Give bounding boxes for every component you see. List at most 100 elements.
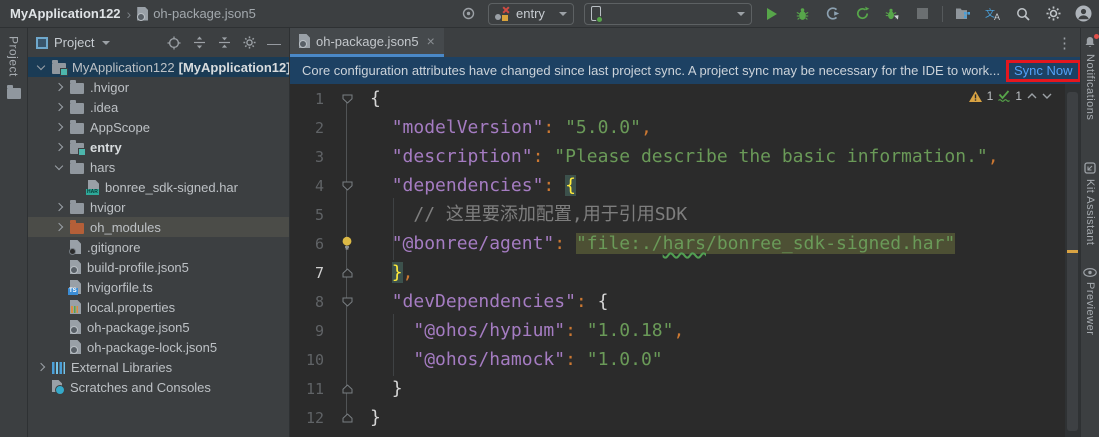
chevron-collapsed-icon[interactable] xyxy=(37,363,45,371)
code-line-5[interactable]: 5 // 这里要添加配置,用于引用SDK xyxy=(290,200,1080,229)
code-token: "5.0.0" xyxy=(565,117,641,138)
run-button[interactable] xyxy=(762,4,782,24)
next-problem-icon[interactable] xyxy=(1042,93,1052,99)
code-text: }, xyxy=(370,258,413,287)
folder-icon[interactable] xyxy=(7,88,21,99)
select-opened-file-button[interactable] xyxy=(165,34,183,52)
collapse-all-button[interactable] xyxy=(215,34,233,52)
fold-marker-icon[interactable] xyxy=(324,297,370,307)
expand-all-button[interactable] xyxy=(190,34,208,52)
tree-item-bonree-sdk-signed-har[interactable]: bonree_sdk-signed.har xyxy=(28,177,289,197)
code-line-4[interactable]: 4 "dependencies": { xyxy=(290,171,1080,200)
left-tool-stripe: Project xyxy=(0,28,28,437)
attach-debugger-button[interactable] xyxy=(882,4,902,24)
code-line-8[interactable]: 8 "devDependencies": { xyxy=(290,287,1080,316)
inspections-widget[interactable]: 1 1 xyxy=(969,89,1052,103)
close-tab-icon[interactable]: × xyxy=(427,33,435,49)
code-line-9[interactable]: 9 "@ohos/hypium": "1.0.18", xyxy=(290,316,1080,345)
translate-button[interactable]: 文A xyxy=(983,4,1003,24)
tree-item-myapplication122[interactable]: MyApplication122[MyApplication12] xyxy=(28,57,289,77)
breadcrumb-project[interactable]: MyApplication122 xyxy=(10,6,121,21)
search-everywhere-button[interactable] xyxy=(1013,4,1033,24)
chevron-collapsed-icon[interactable] xyxy=(55,103,63,111)
tree-item-gitignore[interactable]: .gitignore xyxy=(28,237,289,257)
tree-item-hvigor[interactable]: .hvigor xyxy=(28,77,289,97)
chevron-collapsed-icon[interactable] xyxy=(55,123,63,131)
profile-avatar[interactable] xyxy=(1073,4,1093,24)
editor-tabbar: oh-package.json5 × ⋮ xyxy=(290,28,1080,57)
modules-folder-icon xyxy=(70,223,84,234)
rerun-button[interactable] xyxy=(852,4,872,24)
chevron-down-icon[interactable] xyxy=(102,41,110,45)
tree-item-scratches-and-consoles[interactable]: Scratches and Consoles xyxy=(28,377,289,397)
chevron-collapsed-icon[interactable] xyxy=(55,223,63,231)
json5-file-icon xyxy=(70,340,81,354)
code-token: "@bonree/agent" xyxy=(392,233,555,254)
debug-button[interactable] xyxy=(792,4,812,24)
code-line-6[interactable]: 6 "@bonree/agent": "file:./hars/bonree_s… xyxy=(290,229,1080,258)
profiler-button[interactable] xyxy=(822,4,842,24)
fold-marker-icon[interactable] xyxy=(324,268,370,278)
tree-item-label: hvigor xyxy=(90,200,125,215)
warning-stripe-mark[interactable] xyxy=(1067,250,1078,253)
tool-stripe-kit-assistant-tab[interactable]: Kit Assistant xyxy=(1084,162,1096,245)
chevron-expanded-icon[interactable] xyxy=(37,61,45,69)
tool-stripe-previewer-tab[interactable]: Previewer xyxy=(1083,268,1097,335)
intention-bulb-icon[interactable] xyxy=(324,236,370,251)
tree-item-local-properties[interactable]: local.properties xyxy=(28,297,289,317)
chevron-collapsed-icon[interactable] xyxy=(55,143,63,151)
chevron-expanded-icon[interactable] xyxy=(55,161,63,169)
code-token: } xyxy=(392,378,403,399)
fold-marker-icon[interactable] xyxy=(324,181,370,191)
fold-marker-icon[interactable] xyxy=(324,384,370,394)
tree-item-external-libraries[interactable]: External Libraries xyxy=(28,357,289,377)
chevron-collapsed-icon[interactable] xyxy=(55,83,63,91)
tree-item-hvigor[interactable]: hvigor xyxy=(28,197,289,217)
code-line-12[interactable]: 12} xyxy=(290,403,1080,432)
tool-stripe-project-tab[interactable]: Project xyxy=(7,36,21,77)
code-line-3[interactable]: 3 "description": "Please describe the ba… xyxy=(290,142,1080,171)
editor-tab-oh-package[interactable]: oh-package.json5 × xyxy=(290,28,444,57)
tree-item-hvigorfile-ts[interactable]: hvigorfile.ts xyxy=(28,277,289,297)
fold-marker-icon[interactable] xyxy=(324,94,370,104)
tab-options-kebab-icon[interactable]: ⋮ xyxy=(1049,34,1080,52)
settings-button[interactable] xyxy=(1043,4,1063,24)
panel-settings-button[interactable] xyxy=(240,34,258,52)
device-file-browser-button[interactable] xyxy=(953,4,973,24)
breadcrumb-file[interactable]: oh-package.json5 xyxy=(153,6,256,21)
tree-item-label: oh-package.json5 xyxy=(87,320,190,335)
line-number: 2 xyxy=(290,119,324,137)
tree-item-entry[interactable]: entry xyxy=(28,137,289,157)
tree-item-build-profile-json5[interactable]: build-profile.json5 xyxy=(28,257,289,277)
tree-item-oh-modules[interactable]: oh_modules xyxy=(28,217,289,237)
code-line-11[interactable]: 11 } xyxy=(290,374,1080,403)
locate-target-icon[interactable] xyxy=(458,4,478,24)
chevron-collapsed-icon[interactable] xyxy=(55,203,63,211)
sync-now-link[interactable]: Sync Now xyxy=(1014,63,1073,78)
fold-marker-icon[interactable] xyxy=(324,413,370,423)
previous-problem-icon[interactable] xyxy=(1027,93,1037,99)
scrollbar-thumb[interactable] xyxy=(1067,92,1078,431)
tool-stripe-notifications-tab[interactable]: Notifications xyxy=(1084,36,1096,120)
run-config-selector[interactable]: entry xyxy=(488,3,574,25)
code-editor[interactable]: 1{2 "modelVersion": "5.0.0",3 "descripti… xyxy=(290,84,1080,437)
gitignore-file-icon xyxy=(70,240,81,254)
code-text: } xyxy=(370,403,381,432)
tree-item-oh-package-json5[interactable]: oh-package.json5 xyxy=(28,317,289,337)
fold-guide-line xyxy=(346,100,347,420)
hide-panel-button[interactable]: — xyxy=(265,34,283,52)
tree-item-label: MyApplication122 xyxy=(72,60,175,75)
tree-item-oh-package-lock-json5[interactable]: oh-package-lock.json5 xyxy=(28,337,289,357)
device-selector[interactable] xyxy=(584,3,752,25)
stop-button[interactable] xyxy=(912,4,932,24)
code-line-2[interactable]: 2 "modelVersion": "5.0.0", xyxy=(290,113,1080,142)
project-panel-title[interactable]: Project xyxy=(54,35,94,50)
code-line-10[interactable]: 10 "@ohos/hamock": "1.0.0" xyxy=(290,345,1080,374)
tree-item-idea[interactable]: .idea xyxy=(28,97,289,117)
editor-scrollbar[interactable] xyxy=(1065,84,1080,437)
code-line-1[interactable]: 1{ xyxy=(290,84,1080,113)
tree-item-hars[interactable]: hars xyxy=(28,157,289,177)
collapse-all-icon xyxy=(218,36,231,49)
code-line-7[interactable]: 7 }, xyxy=(290,258,1080,287)
tree-item-appscope[interactable]: AppScope xyxy=(28,117,289,137)
